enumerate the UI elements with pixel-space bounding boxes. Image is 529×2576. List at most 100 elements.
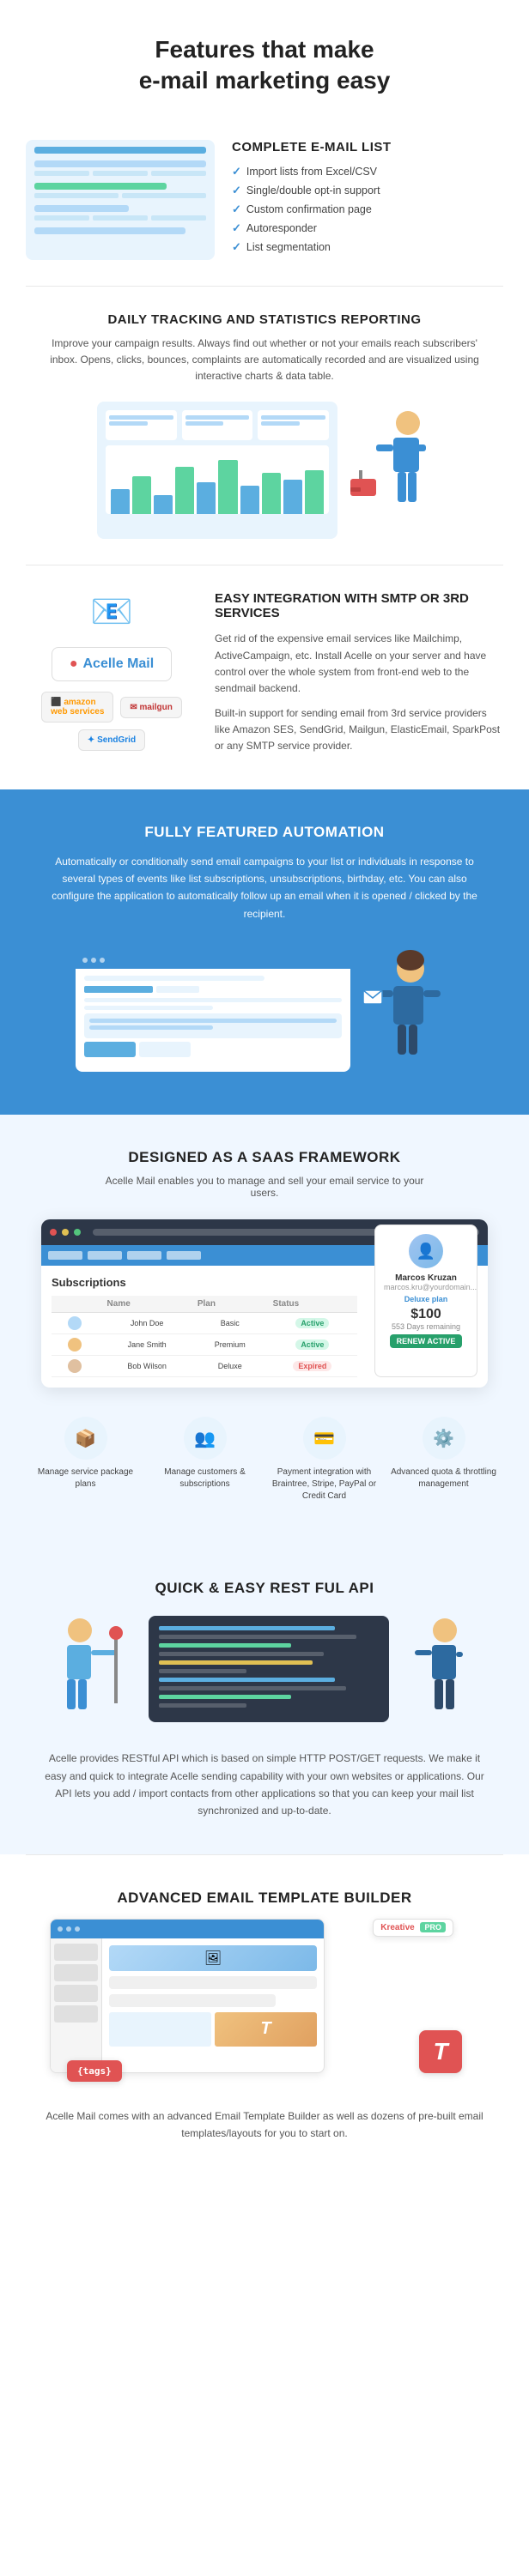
hero-title: Features that make e-mail marketing easy bbox=[52, 34, 477, 97]
customers-icon: 👥 bbox=[184, 1417, 227, 1460]
email-list-heading: COMPLETE E-MAIL LIST bbox=[232, 140, 503, 154]
saas-page-title: Subscriptions bbox=[52, 1276, 357, 1289]
api-visual bbox=[26, 1609, 503, 1729]
template-sidebar bbox=[51, 1938, 102, 2072]
template-builder-section: ADVANCED EMAIL TEMPLATE BUILDER 🖼 bbox=[0, 1855, 529, 2177]
table-header-row: Name Plan Status bbox=[52, 1296, 357, 1313]
template-content-area: 🖼 T bbox=[51, 1938, 324, 2072]
api-code-block bbox=[149, 1616, 389, 1722]
saas-feature-packages: 📦 Manage service package plans bbox=[26, 1408, 145, 1511]
smtp-right: EASY INTEGRATION WITH SMTP OR 3RD SERVIC… bbox=[215, 591, 503, 763]
saas-feature-quota: ⚙️ Advanced quota & throttling managemen… bbox=[384, 1408, 503, 1511]
template-editor-mock: 🖼 T bbox=[50, 1919, 325, 2073]
feature-label-payment: Payment integration with Braintree, Stri… bbox=[271, 1466, 377, 1503]
check-icon-3: ✓ bbox=[232, 203, 241, 216]
automation-heading: FULLY FEATURED AUTOMATION bbox=[26, 824, 503, 841]
tracking-visual bbox=[26, 402, 503, 539]
smtp-providers: ⬛ amazonweb services ✉ mailgun ✦ SendGri… bbox=[26, 692, 198, 751]
hero-section: Features that make e-mail marketing easy bbox=[0, 0, 529, 123]
api-description: Acelle provides RESTful API which is bas… bbox=[41, 1750, 488, 1820]
smtp-left: 📧 ● Acelle Mail ⬛ amazonweb services ✉ m… bbox=[26, 591, 198, 751]
status-badge: Active bbox=[295, 1318, 329, 1328]
feature-label-packages: Manage service package plans bbox=[33, 1466, 138, 1491]
nav-dot-yellow bbox=[62, 1229, 69, 1236]
provider-amazon: ⬛ amazonweb services bbox=[41, 692, 113, 723]
t-icon-badge: T bbox=[419, 2030, 462, 2073]
provider-sendgrid: ✦ SendGrid bbox=[78, 729, 145, 751]
tracking-description: Improve your campaign results. Always fi… bbox=[50, 336, 479, 385]
feature-label-customers: Manage customers & subscriptions bbox=[152, 1466, 258, 1491]
automation-screenshot bbox=[76, 952, 350, 1072]
feature-item-3: ✓ Custom confirmation page bbox=[232, 203, 503, 216]
email-list-section: COMPLETE E-MAIL LIST ✓ Import lists from… bbox=[0, 123, 529, 286]
quota-icon: ⚙️ bbox=[423, 1417, 465, 1460]
delivery-person-illustration bbox=[346, 402, 432, 539]
smtp-heading: EASY INTEGRATION WITH SMTP OR 3RD SERVIC… bbox=[215, 591, 503, 620]
smtp-section: 📧 ● Acelle Mail ⬛ amazonweb services ✉ m… bbox=[0, 565, 529, 789]
avatar bbox=[68, 1316, 82, 1330]
template-builder-description: Acelle Mail comes with an advanced Email… bbox=[41, 2107, 488, 2143]
email-list-screenshot bbox=[26, 140, 215, 260]
profile-name: Marcos Kruzan bbox=[384, 1273, 468, 1283]
profile-plan: Deluxe plan bbox=[384, 1295, 468, 1303]
feature-item-4: ✓ Autoresponder bbox=[232, 221, 503, 235]
feature-list: ✓ Import lists from Excel/CSV ✓ Single/d… bbox=[232, 165, 503, 254]
tracking-dashboard bbox=[97, 402, 337, 539]
email-icon: 📧 bbox=[90, 591, 133, 632]
saas-feature-customers: 👥 Manage customers & subscriptions bbox=[145, 1408, 264, 1511]
template-image-block: 🖼 bbox=[109, 1945, 317, 1971]
template-builder-heading: ADVANCED EMAIL TEMPLATE BUILDER bbox=[26, 1890, 503, 1907]
tracking-section: DAILY TRACKING AND STATISTICS REPORTING … bbox=[0, 287, 529, 565]
email-list-content: COMPLETE E-MAIL LIST ✓ Import lists from… bbox=[232, 140, 503, 259]
api-person-left-illustration bbox=[63, 1609, 140, 1729]
check-icon-5: ✓ bbox=[232, 240, 241, 254]
saas-heading: DESIGNED AS A SAAS FRAMEWORK bbox=[26, 1149, 503, 1166]
saas-feature-payment: 💳 Payment integration with Braintree, St… bbox=[264, 1408, 384, 1511]
table-row: Bob Wilson Deluxe Expired bbox=[52, 1356, 357, 1377]
avatar bbox=[68, 1338, 82, 1351]
saas-description: Acelle Mail enables you to manage and se… bbox=[93, 1175, 436, 1199]
provider-mailgun: ✉ mailgun bbox=[120, 697, 182, 718]
api-section: QUICK & EASY REST FUL API bbox=[0, 1545, 529, 1854]
acelle-logo: ● Acelle Mail bbox=[52, 647, 172, 681]
template-nav-bar bbox=[51, 1920, 324, 1938]
tags-badge: {tags} bbox=[67, 2060, 122, 2082]
template-builder-visual: 🖼 T Kreative PRO {tags} bbox=[50, 1919, 479, 2090]
chart-area bbox=[106, 445, 329, 514]
saas-dashboard: Subscriptions Name Plan Status bbox=[41, 1219, 488, 1388]
api-heading: QUICK & EASY REST FUL API bbox=[26, 1580, 503, 1597]
table-row: Jane Smith Premium Active bbox=[52, 1334, 357, 1356]
tracking-heading: DAILY TRACKING AND STATISTICS REPORTING bbox=[26, 312, 503, 327]
feature-label-quota: Advanced quota & throttling management bbox=[391, 1466, 496, 1491]
saas-features-row: 📦 Manage service package plans 👥 Manage … bbox=[26, 1408, 503, 1511]
status-badge: Expired bbox=[293, 1361, 331, 1371]
kreative-badge: Kreative PRO bbox=[373, 1919, 453, 1937]
automation-person-illustration bbox=[350, 943, 453, 1080]
saas-profile-card: 👤 Marcos Kruzan marcos.kru@yourdomain...… bbox=[374, 1225, 477, 1377]
check-icon-4: ✓ bbox=[232, 221, 241, 235]
profile-email: marcos.kru@yourdomain... bbox=[384, 1283, 468, 1291]
renew-button[interactable]: RENEW ACTIVE bbox=[390, 1334, 463, 1348]
feature-item-1: ✓ Import lists from Excel/CSV bbox=[232, 165, 503, 178]
template-main-canvas: 🖼 T bbox=[102, 1938, 324, 2072]
payment-icon: 💳 bbox=[303, 1417, 346, 1460]
table-row: John Doe Basic Active bbox=[52, 1313, 357, 1334]
avatar bbox=[68, 1359, 82, 1373]
packages-icon: 📦 bbox=[64, 1417, 107, 1460]
smtp-description-2: Built-in support for sending email from … bbox=[215, 705, 503, 755]
saas-content: Subscriptions Name Plan Status bbox=[41, 1266, 488, 1388]
saas-section: DESIGNED AS A SAAS FRAMEWORK Acelle Mail… bbox=[0, 1115, 529, 1545]
automation-section: FULLY FEATURED AUTOMATION Automatically … bbox=[0, 789, 529, 1116]
check-icon-1: ✓ bbox=[232, 165, 241, 178]
nav-dot-red bbox=[50, 1229, 57, 1236]
days-remaining: 553 Days remaining bbox=[384, 1322, 468, 1331]
automation-visual bbox=[26, 943, 503, 1080]
feature-item-2: ✓ Single/double opt-in support bbox=[232, 184, 503, 197]
automation-description: Automatically or conditionally send emai… bbox=[50, 853, 479, 923]
status-badge: Active bbox=[295, 1339, 329, 1350]
smtp-description-1: Get rid of the expensive email services … bbox=[215, 631, 503, 697]
saas-subscriptions-table: Name Plan Status John Doe Basic Active bbox=[52, 1296, 357, 1377]
feature-item-5: ✓ List segmentation bbox=[232, 240, 503, 254]
api-person-right-illustration bbox=[398, 1609, 466, 1729]
nav-dot-green bbox=[74, 1229, 81, 1236]
